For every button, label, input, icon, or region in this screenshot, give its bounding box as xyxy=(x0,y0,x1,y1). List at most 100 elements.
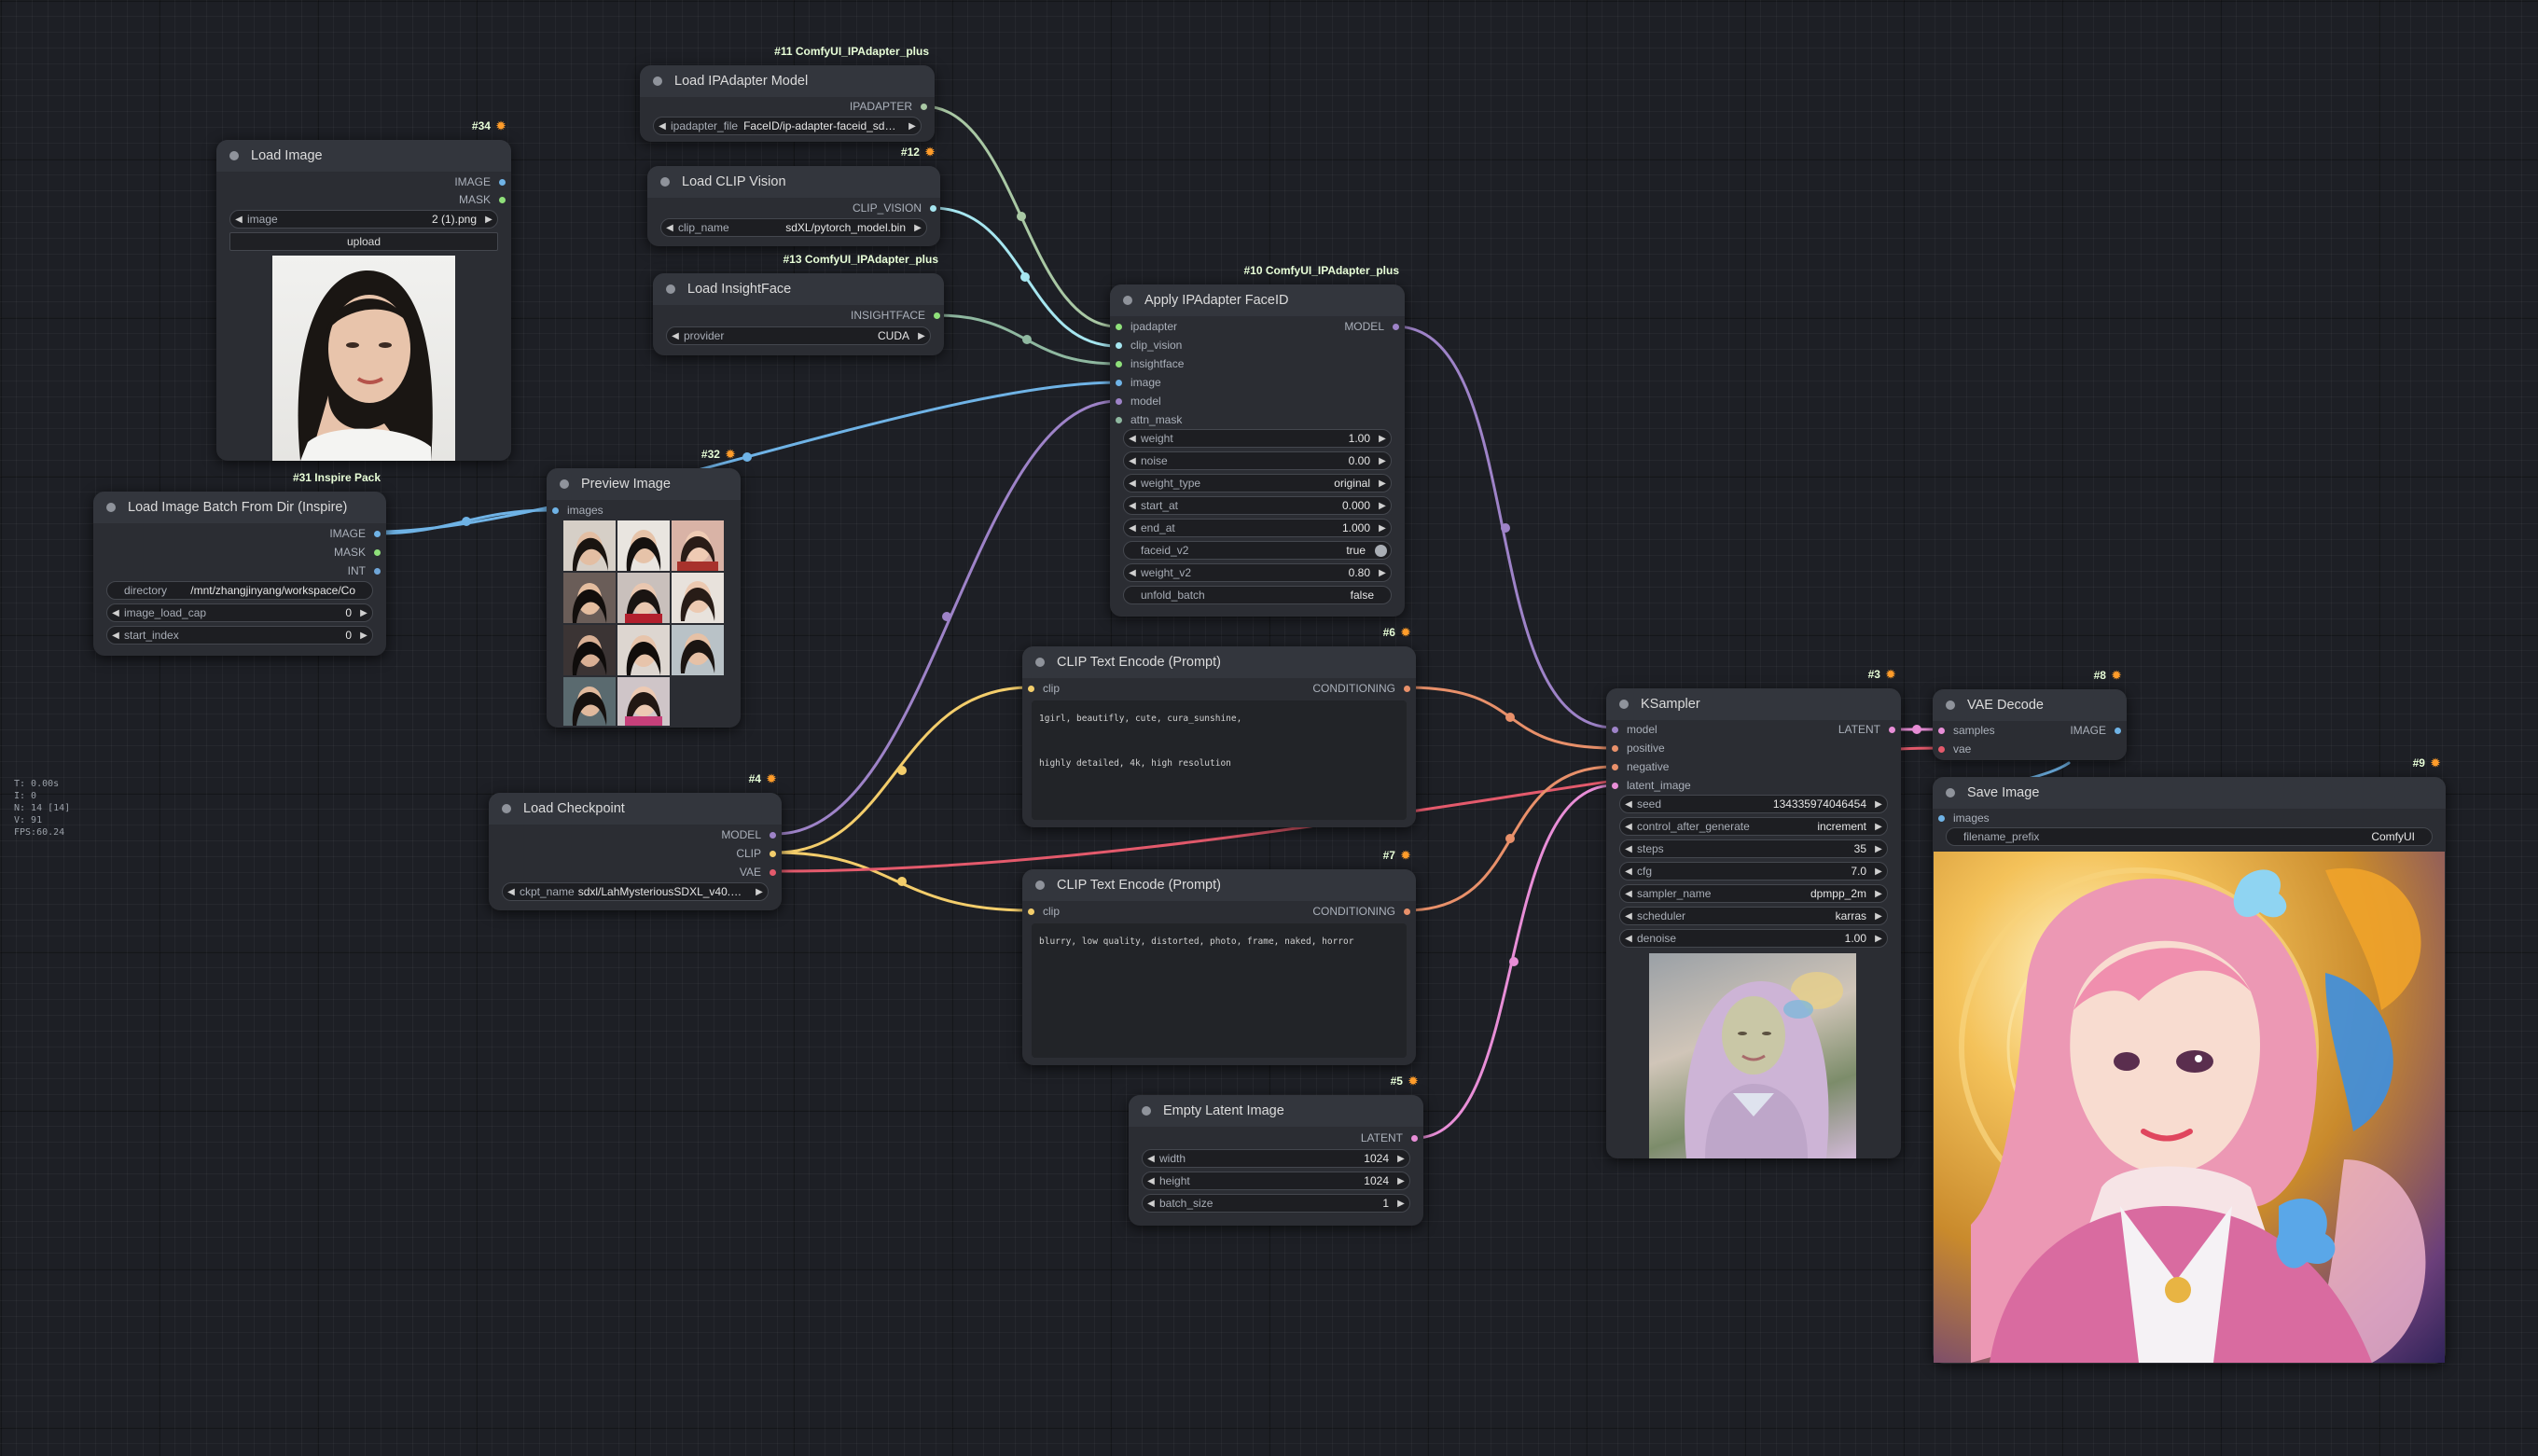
output-slot-int[interactable]: INT xyxy=(348,564,381,577)
combo-weight-type[interactable]: ◀ weight_type original ▶ xyxy=(1123,474,1392,492)
prompt-textarea[interactable]: 1girl, beautifly, cute, cura_sunshine, h… xyxy=(1032,700,1407,820)
number-noise[interactable]: ◀ noise 0.00 ▶ xyxy=(1123,451,1392,470)
collapse-dot-icon[interactable] xyxy=(502,804,511,813)
node-header[interactable]: Save Image xyxy=(1933,777,2446,809)
collapse-dot-icon[interactable] xyxy=(1035,658,1045,667)
combo-ckpt-name[interactable]: ◀ ckpt_name sdxl/LahMysteriousSDXL_v40.s… xyxy=(502,882,769,901)
collapse-dot-icon[interactable] xyxy=(229,151,239,160)
combo-ipadapter-file[interactable]: ◀ ipadapter_file FaceID/ip-adapter-facei… xyxy=(653,117,922,135)
number-cfg[interactable]: ◀ cfg 7.0 ▶ xyxy=(1619,862,1888,881)
collapse-dot-icon[interactable] xyxy=(1619,700,1629,709)
output-slot-latent[interactable]: LATENT xyxy=(1361,1131,1418,1144)
node-header[interactable]: Apply IPAdapter FaceID xyxy=(1110,284,1405,316)
combo-sampler-name[interactable]: ◀ sampler_name dpmpp_2m ▶ xyxy=(1619,884,1888,903)
number-denoise[interactable]: ◀ denoise 1.00 ▶ xyxy=(1619,929,1888,948)
node-save-image[interactable]: #9 ✹ Save Image images filename_prefix Co… xyxy=(1933,756,2446,1364)
output-slot-mask[interactable]: MASK xyxy=(334,546,381,559)
number-height[interactable]: ◀ height 1024 ▶ xyxy=(1142,1172,1410,1190)
number-steps[interactable]: ◀ steps 35 ▶ xyxy=(1619,839,1888,858)
node-header[interactable]: VAE Decode xyxy=(1933,689,2127,721)
number-end-at[interactable]: ◀ end_at 1.000 ▶ xyxy=(1123,519,1392,537)
input-slot-negative[interactable]: negative xyxy=(1612,760,1669,773)
node-preview-image[interactable]: #32 ✹ Preview Image images xyxy=(547,448,741,728)
output-slot-latent[interactable]: LATENT xyxy=(1838,723,1895,736)
node-clip-text-encode-positive[interactable]: #6 ✹ CLIP Text Encode (Prompt) clip CONDI… xyxy=(1022,626,1416,827)
input-slot-samples[interactable]: samples xyxy=(1938,724,1995,737)
text-directory[interactable]: directory /mnt/zhangjinyang/workspace/Co xyxy=(106,581,373,600)
node-load-clip-vision[interactable]: #12 ✹ Load CLIP Vision CLIP_VISION ◀ clip… xyxy=(647,146,940,246)
node-header[interactable]: Load Image xyxy=(216,140,511,172)
upload-button[interactable]: upload xyxy=(229,232,498,251)
collapse-dot-icon[interactable] xyxy=(666,284,675,294)
output-slot-image[interactable]: IMAGE xyxy=(329,527,381,540)
node-header[interactable]: Load Checkpoint xyxy=(489,793,782,825)
output-slot-mask[interactable]: MASK xyxy=(459,193,506,206)
collapse-dot-icon[interactable] xyxy=(1946,700,1955,710)
node-empty-latent-image[interactable]: #5 ✹ Empty Latent Image LATENT ◀ width 1024… xyxy=(1129,1075,1423,1226)
combo-scheduler[interactable]: ◀ scheduler karras ▶ xyxy=(1619,907,1888,925)
input-slot-attn-mask[interactable]: attn_mask xyxy=(1116,413,1182,426)
node-header[interactable]: Load InsightFace xyxy=(653,273,944,305)
input-slot-vae[interactable]: vae xyxy=(1938,742,1971,756)
text-filename-prefix[interactable]: filename_prefix ComfyUI xyxy=(1946,827,2433,846)
input-slot-model[interactable]: model xyxy=(1612,723,1657,736)
input-slot-images[interactable]: images xyxy=(552,504,603,517)
output-slot-conditioning[interactable]: CONDITIONING xyxy=(1312,682,1410,695)
node-header[interactable]: Load Image Batch From Dir (Inspire) xyxy=(93,492,386,523)
output-slot-image[interactable]: IMAGE xyxy=(454,175,506,188)
node-header[interactable]: CLIP Text Encode (Prompt) xyxy=(1022,646,1416,678)
collapse-dot-icon[interactable] xyxy=(1035,881,1045,890)
node-vae-decode[interactable]: #8 ✹ VAE Decode samples vae IMAGE xyxy=(1933,669,2127,760)
number-start-index[interactable]: ◀ start_index 0 ▶ xyxy=(106,626,373,645)
number-image-load-cap[interactable]: ◀ image_load_cap 0 ▶ xyxy=(106,603,373,622)
output-slot-image[interactable]: IMAGE xyxy=(2070,724,2121,737)
toggle-faceid-v2[interactable]: faceid_v2 true xyxy=(1123,541,1392,560)
collapse-dot-icon[interactable] xyxy=(653,76,662,86)
output-slot-clip-vision[interactable]: CLIP_VISION xyxy=(853,201,936,215)
collapse-dot-icon[interactable] xyxy=(1946,788,1955,797)
node-header[interactable]: CLIP Text Encode (Prompt) xyxy=(1022,869,1416,901)
number-start-at[interactable]: ◀ start_at 0.000 ▶ xyxy=(1123,496,1392,515)
input-slot-insightface[interactable]: insightface xyxy=(1116,357,1184,370)
node-header[interactable]: KSampler xyxy=(1606,688,1901,720)
input-slot-clip[interactable]: clip xyxy=(1028,905,1060,918)
combo-provider[interactable]: ◀ provider CUDA ▶ xyxy=(666,326,931,345)
node-header[interactable]: Empty Latent Image xyxy=(1129,1095,1423,1127)
combo-clip-name[interactable]: ◀ clip_name sdXL/pytorch_model.bin ▶ xyxy=(660,218,927,237)
number-weight-v2[interactable]: ◀ weight_v2 0.80 ▶ xyxy=(1123,563,1392,582)
input-slot-clip[interactable]: clip xyxy=(1028,682,1060,695)
output-slot-conditioning[interactable]: CONDITIONING xyxy=(1312,905,1410,918)
node-load-checkpoint[interactable]: #4 ✹ Load Checkpoint MODEL CLIP VAE ◀ ckp… xyxy=(489,772,782,910)
number-seed[interactable]: ◀ seed 134335974046454 ▶ xyxy=(1619,795,1888,813)
input-slot-clip-vision[interactable]: clip_vision xyxy=(1116,339,1182,352)
node-load-ipadapter-model[interactable]: #11 ComfyUI_IPAdapter_plus Load IPAdapte… xyxy=(640,45,935,142)
prompt-textarea[interactable]: blurry, low quality, distorted, photo, f… xyxy=(1032,923,1407,1058)
collapse-dot-icon[interactable] xyxy=(1142,1106,1151,1116)
input-slot-model[interactable]: model xyxy=(1116,395,1161,408)
input-slot-positive[interactable]: positive xyxy=(1612,742,1665,755)
number-weight[interactable]: ◀ weight 1.00 ▶ xyxy=(1123,429,1392,448)
node-load-insightface[interactable]: #13 ComfyUI_IPAdapter_plus Load InsightF… xyxy=(653,253,944,355)
output-slot-vae[interactable]: VAE xyxy=(740,866,776,879)
output-slot-model[interactable]: MODEL xyxy=(1344,320,1399,333)
combo-control-after-generate[interactable]: ◀ control_after_generate increment ▶ xyxy=(1619,817,1888,836)
input-slot-latent-image[interactable]: latent_image xyxy=(1612,779,1691,792)
node-clip-text-encode-negative[interactable]: #7 ✹ CLIP Text Encode (Prompt) clip CONDI… xyxy=(1022,849,1416,1065)
output-slot-insightface[interactable]: INSIGHTFACE xyxy=(851,309,940,322)
node-header[interactable]: Load CLIP Vision xyxy=(647,166,940,198)
node-ksampler[interactable]: #3 ✹ KSampler model positive negative lat… xyxy=(1606,668,1901,1158)
combo-image[interactable]: ◀ image 2 (1).png ▶ xyxy=(229,210,498,229)
input-slot-ipadapter[interactable]: ipadapter xyxy=(1116,320,1177,333)
node-header[interactable]: Load IPAdapter Model xyxy=(640,65,935,97)
node-load-image[interactable]: #34 ✹ Load Image IMAGE MASK ◀ image 2 (1)… xyxy=(216,119,511,461)
node-header[interactable]: Preview Image xyxy=(547,468,741,500)
collapse-dot-icon[interactable] xyxy=(560,479,569,489)
output-slot-clip[interactable]: CLIP xyxy=(736,847,776,860)
toggle-unfold-batch[interactable]: unfold_batch false xyxy=(1123,586,1392,604)
number-batch-size[interactable]: ◀ batch_size 1 ▶ xyxy=(1142,1194,1410,1213)
node-apply-ipadapter-faceid[interactable]: #10 ComfyUI_IPAdapter_plus Apply IPAdapt… xyxy=(1110,264,1405,617)
input-slot-image[interactable]: image xyxy=(1116,376,1161,389)
input-slot-images[interactable]: images xyxy=(1938,811,1990,825)
output-slot-model[interactable]: MODEL xyxy=(721,828,776,841)
output-slot-ipadapter[interactable]: IPADAPTER xyxy=(850,100,927,113)
